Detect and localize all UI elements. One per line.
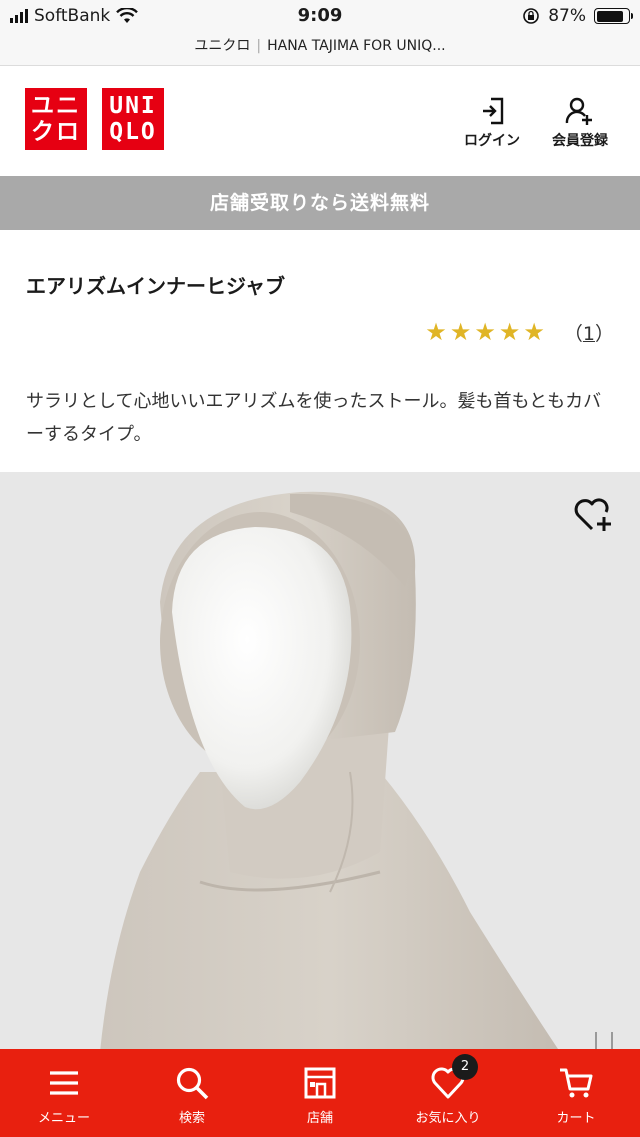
- product-image[interactable]: [0, 472, 640, 1052]
- login-icon: [483, 97, 504, 125]
- nav-cart[interactable]: カート: [512, 1049, 640, 1137]
- heart-plus-icon[interactable]: [572, 495, 614, 535]
- login-button[interactable]: ログイン: [464, 96, 520, 150]
- product-rating[interactable]: ★★★★★ （1）: [425, 318, 614, 346]
- logo-jp[interactable]: ユニ クロ: [25, 88, 87, 150]
- logo-jp-line2: クロ: [31, 119, 81, 145]
- bottom-nav: メニュー 検索 店舗 お気に入り 2 カート: [0, 1049, 640, 1137]
- url-separator: |: [256, 38, 262, 54]
- url-bar[interactable]: ユニクロ | HANA TAJIMA FOR UNIQ...: [0, 34, 640, 66]
- free-shipping-banner[interactable]: 店舗受取りなら送料無料: [0, 176, 640, 230]
- review-count-link[interactable]: （1）: [564, 319, 614, 346]
- menu-icon: [50, 1071, 78, 1095]
- battery-icon: [594, 8, 633, 24]
- hijab-photo: [0, 472, 640, 1052]
- logo-en[interactable]: UNI QLO: [102, 88, 164, 150]
- nav-cart-label: カート: [556, 1111, 596, 1126]
- status-right: 87%: [522, 6, 633, 26]
- logo-en-line1: UNI: [109, 93, 157, 119]
- register-label: 会員登録: [552, 133, 608, 149]
- search-icon: [176, 1067, 209, 1100]
- product-description: サラリとして心地いいエアリズムを使ったストール。髪も首もともカバーするタイプ。: [26, 391, 602, 445]
- add-user-icon: [565, 97, 592, 125]
- battery-percent: 87%: [548, 6, 586, 26]
- nav-search-label: 検索: [178, 1111, 205, 1126]
- review-count-open: （: [563, 322, 583, 345]
- status-bar: SoftBank 9:09 87%: [0, 0, 640, 34]
- nav-menu[interactable]: メニュー: [0, 1049, 128, 1137]
- url-site: ユニクロ: [194, 38, 251, 54]
- nav-favorites-label: お気に入り: [415, 1111, 481, 1126]
- nav-favorites[interactable]: お気に入り 2: [384, 1049, 512, 1137]
- register-button[interactable]: 会員登録: [552, 96, 608, 150]
- favorites-count-badge: 2: [452, 1054, 478, 1080]
- site-header: ユニ クロ UNI QLO ログイン 会員登録: [0, 66, 640, 176]
- rating-stars: ★★★★★: [425, 318, 548, 346]
- review-count-close: ）: [594, 322, 614, 345]
- nav-store[interactable]: 店舗: [256, 1049, 384, 1137]
- login-label: ログイン: [464, 133, 520, 149]
- nav-store-label: 店舗: [306, 1111, 333, 1126]
- product-title: エアリズムインナーヒジャブ: [26, 274, 285, 298]
- nav-search[interactable]: 検索: [128, 1049, 256, 1137]
- logo-jp-line1: ユニ: [31, 93, 81, 119]
- url-page: HANA TAJIMA FOR UNIQ...: [267, 38, 446, 54]
- store-icon: [304, 1067, 336, 1099]
- logo-en-line2: QLO: [109, 119, 157, 145]
- nav-menu-label: メニュー: [37, 1111, 90, 1126]
- review-count: 1: [582, 322, 595, 345]
- orientation-lock-icon: [523, 8, 540, 24]
- cart-icon: [560, 1068, 593, 1098]
